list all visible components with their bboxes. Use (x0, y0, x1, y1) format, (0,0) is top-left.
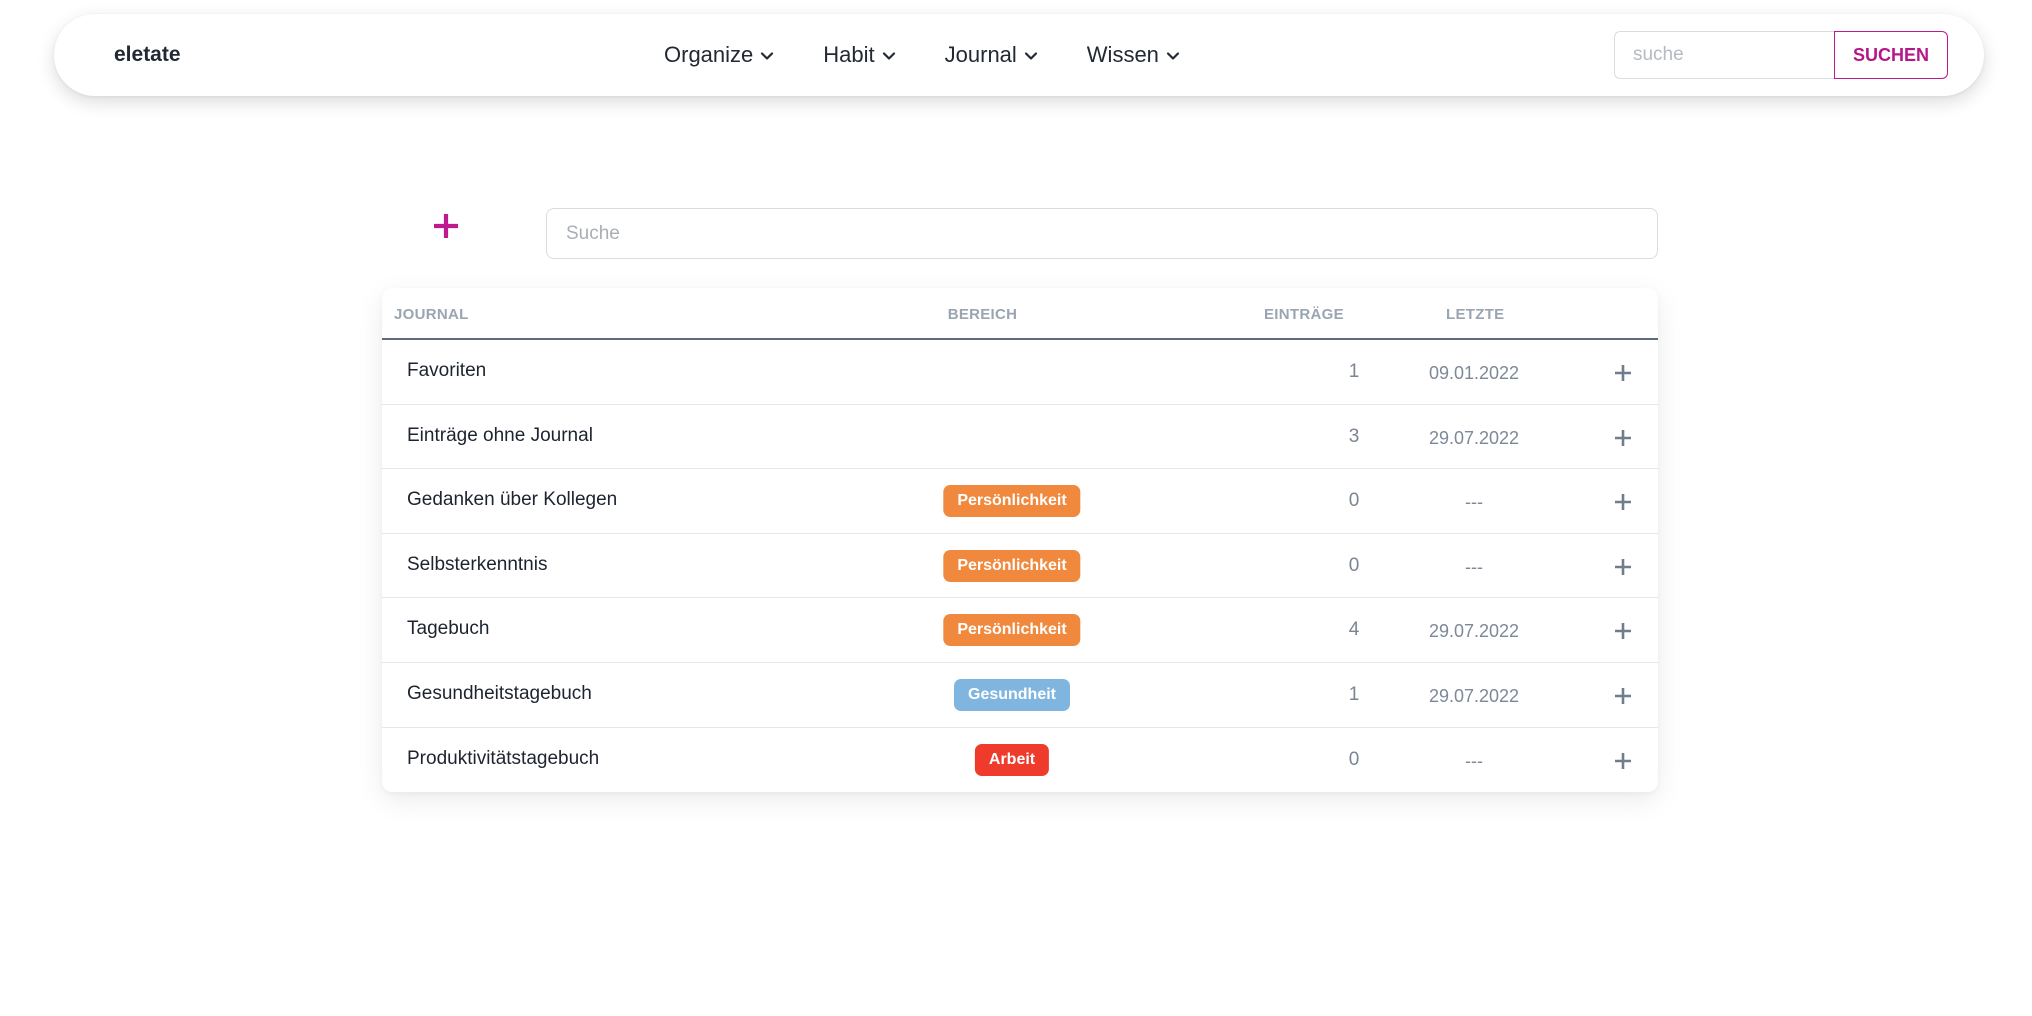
journal-name[interactable]: Tagebuch (407, 618, 489, 640)
last-entry-date: 29.07.2022 (1428, 621, 1520, 642)
add-entry-plus-icon[interactable] (1614, 622, 1632, 640)
last-entry-date: 29.07.2022 (1428, 427, 1520, 448)
table-row[interactable]: Produktivitätstagebuch Arbeit 0 --- (382, 728, 1658, 793)
entry-count: 0 (1348, 554, 1360, 576)
add-entry-plus-icon[interactable] (1614, 558, 1632, 576)
header-search: SUCHEN (1613, 31, 1948, 79)
chevron-down-icon (882, 52, 895, 60)
menu-habit-label: Habit (823, 42, 875, 67)
journal-name[interactable]: Produktivitätstagebuch (407, 748, 599, 770)
add-entry-plus-icon[interactable] (1614, 364, 1632, 382)
menu-organize-label: Organize (664, 42, 754, 67)
menu-wissen-label: Wissen (1086, 42, 1159, 67)
entry-count: 1 (1348, 683, 1360, 705)
entry-count: 0 (1348, 490, 1360, 512)
table-row[interactable]: Tagebuch Persönlichkeit 4 29.07.2022 (382, 598, 1658, 663)
table-row[interactable]: Einträge ohne Journal 3 29.07.2022 (382, 405, 1658, 470)
column-header-eintraege[interactable]: EINTRÄGE (1264, 306, 1344, 323)
menu-organize[interactable]: Organize (664, 42, 775, 68)
chevron-down-icon (761, 52, 774, 60)
add-entry-plus-icon[interactable] (1614, 429, 1632, 447)
column-header-bereich[interactable]: BEREICH (870, 306, 1095, 323)
top-navbar: eletate Organize Habit Journal Wissen SU… (54, 14, 1984, 96)
last-entry-date: --- (1465, 750, 1483, 771)
entry-count: 4 (1348, 619, 1360, 641)
bereich-badge: Arbeit (974, 743, 1050, 776)
bereich-badge: Persönlichkeit (943, 549, 1081, 582)
bereich-badge: Persönlichkeit (943, 614, 1081, 647)
last-entry-date: --- (1465, 556, 1483, 577)
column-header-letzte[interactable]: LETZTE (1446, 306, 1504, 323)
table-row[interactable]: Gedanken über Kollegen Persönlichkeit 0 … (382, 469, 1658, 534)
entry-count: 1 (1348, 361, 1360, 382)
main-menu: Organize Habit Journal Wissen (664, 14, 1229, 96)
add-journal-plus-icon[interactable] (432, 212, 460, 240)
header-search-button[interactable]: SUCHEN (1833, 31, 1948, 79)
header-search-input[interactable] (1613, 31, 1834, 79)
chevron-down-icon (1024, 52, 1037, 60)
journal-table: JOURNAL BEREICH EINTRÄGE LETZTE Favorite… (382, 288, 1658, 792)
brand-logo[interactable]: eletate (114, 14, 181, 96)
journal-name[interactable]: Gedanken über Kollegen (407, 489, 617, 511)
add-entry-plus-icon[interactable] (1614, 493, 1632, 511)
table-row[interactable]: Selbsterkenntnis Persönlichkeit 0 --- (382, 534, 1658, 599)
table-header: JOURNAL BEREICH EINTRÄGE LETZTE (382, 288, 1658, 340)
add-entry-plus-icon[interactable] (1614, 687, 1632, 705)
column-header-journal[interactable]: JOURNAL (394, 306, 469, 323)
entry-count: 0 (1348, 748, 1360, 770)
chevron-down-icon (1166, 52, 1180, 60)
last-entry-date: --- (1465, 492, 1483, 513)
table-row[interactable]: Favoriten 1 09.01.2022 (382, 340, 1658, 405)
entry-count: 3 (1348, 425, 1360, 447)
bereich-badge: Persönlichkeit (943, 485, 1081, 518)
journal-name[interactable]: Favoriten (407, 360, 486, 382)
menu-wissen[interactable]: Wissen (1087, 42, 1181, 68)
journal-search-input[interactable] (546, 208, 1658, 259)
journal-name[interactable]: Selbsterkenntnis (407, 554, 547, 576)
journal-name[interactable]: Einträge ohne Journal (407, 425, 593, 447)
add-entry-plus-icon[interactable] (1614, 752, 1632, 770)
table-body: Favoriten 1 09.01.2022 Einträge ohne Jou… (382, 340, 1658, 792)
last-entry-date: 09.01.2022 (1428, 363, 1520, 383)
last-entry-date: 29.07.2022 (1428, 685, 1520, 706)
menu-habit[interactable]: Habit (823, 42, 896, 68)
journal-name[interactable]: Gesundheitstagebuch (407, 683, 592, 705)
menu-journal-label: Journal (944, 42, 1017, 67)
table-row[interactable]: Gesundheitstagebuch Gesundheit 1 29.07.2… (382, 663, 1658, 728)
bereich-badge: Gesundheit (953, 678, 1071, 711)
menu-journal[interactable]: Journal (945, 42, 1039, 68)
